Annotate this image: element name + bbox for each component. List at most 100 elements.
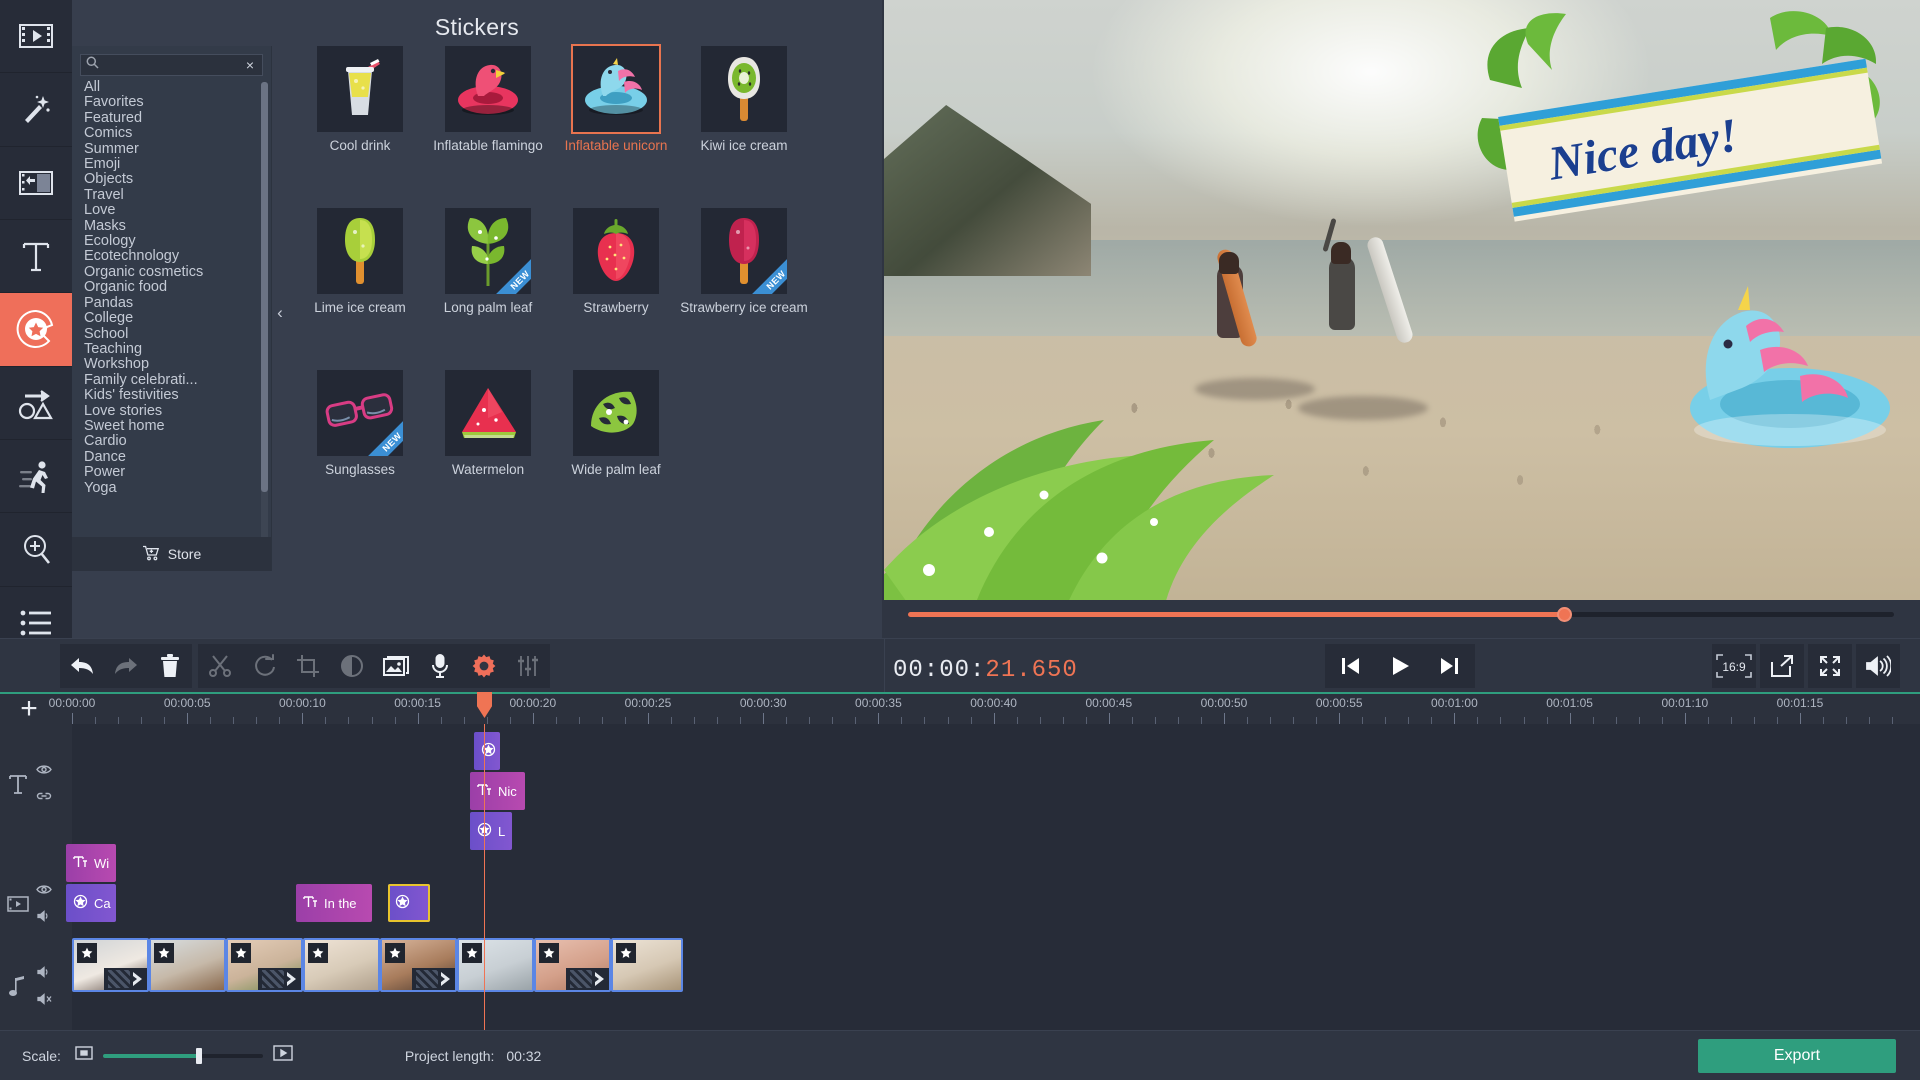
category-item[interactable]: Teaching: [84, 341, 271, 357]
favorite-star-icon[interactable]: [308, 943, 328, 963]
category-item[interactable]: Love: [84, 202, 271, 218]
undo-button[interactable]: [60, 644, 104, 688]
category-item[interactable]: Love stories: [84, 403, 271, 419]
sticker-cell[interactable]: Wide palm leaf: [552, 370, 680, 477]
category-item[interactable]: Kids' festivities: [84, 387, 271, 403]
sticker-cell[interactable]: NEW Sunglasses: [296, 370, 424, 477]
favorite-star-icon[interactable]: [462, 943, 482, 963]
split-button[interactable]: [198, 644, 242, 688]
list-item[interactable]: Wi: [66, 844, 116, 882]
next-frame-button[interactable]: [1425, 644, 1475, 688]
sidebar-item-filters[interactable]: [0, 73, 72, 147]
category-item[interactable]: Power: [84, 464, 271, 480]
sticker-cell[interactable]: Kiwi ice cream: [680, 46, 808, 153]
clip-canvas[interactable]: Nic L Wi Ca In the: [66, 692, 1920, 1030]
category-item[interactable]: Ecology: [84, 233, 271, 249]
sidebar-item-import-media[interactable]: [0, 0, 72, 74]
list-item[interactable]: In the: [296, 884, 372, 922]
list-item[interactable]: [388, 884, 430, 922]
list-item[interactable]: Nic: [470, 772, 525, 810]
clip-properties-button[interactable]: [462, 644, 506, 688]
video-clip[interactable]: [303, 938, 380, 992]
category-item[interactable]: Objects: [84, 172, 271, 188]
favorite-star-icon[interactable]: [616, 943, 636, 963]
link-icon[interactable]: [36, 789, 52, 807]
sticker-cell[interactable]: NEW Strawberry ice cream: [680, 208, 808, 315]
video-clip[interactable]: [226, 938, 303, 992]
favorite-star-icon[interactable]: [77, 943, 97, 963]
sticker-cell[interactable]: NEW Long palm leaf: [424, 208, 552, 315]
video-clip[interactable]: [72, 938, 149, 992]
category-item[interactable]: Comics: [84, 125, 271, 141]
sidebar-item-callouts[interactable]: [0, 367, 72, 440]
stabilize-button[interactable]: [374, 644, 418, 688]
video-clip[interactable]: [380, 938, 457, 992]
category-item[interactable]: Dance: [84, 449, 271, 465]
favorite-star-icon[interactable]: [154, 943, 174, 963]
list-item[interactable]: Ca: [66, 884, 116, 922]
scale-slider[interactable]: [102, 1047, 263, 1064]
sidebar-item-color-adjust[interactable]: [0, 513, 72, 587]
category-item[interactable]: Ecotechnology: [84, 249, 271, 265]
sticker-cell[interactable]: Lime ice cream: [296, 208, 424, 315]
collapse-panel-button[interactable]: ‹: [273, 298, 287, 328]
sidebar-item-animation[interactable]: [0, 440, 72, 514]
rotate-button[interactable]: [242, 644, 286, 688]
sticker-cell[interactable]: Strawberry: [552, 208, 680, 315]
list-item[interactable]: [474, 732, 500, 770]
clear-search-icon[interactable]: ×: [242, 57, 258, 73]
speaker-icon[interactable]: [36, 965, 52, 983]
sticker-cell[interactable]: Watermelon: [424, 370, 552, 477]
prev-frame-button[interactable]: [1325, 644, 1375, 688]
category-item[interactable]: Workshop: [84, 356, 271, 372]
category-item[interactable]: Emoji: [84, 156, 271, 172]
scrollbar-thumb[interactable]: [261, 82, 268, 492]
transition-marker[interactable]: [104, 968, 147, 990]
eye-icon[interactable]: [36, 882, 52, 900]
timeline-ruler[interactable]: 00:00:00 00:00:05 00:00:10 00:00:15 00:00:20…: [49, 692, 1920, 724]
color-adjust-button[interactable]: [330, 644, 374, 688]
sidebar-item-stickers[interactable]: [0, 293, 72, 367]
seek-handle[interactable]: [1556, 606, 1572, 622]
speaker-icon[interactable]: [36, 909, 52, 927]
delete-button[interactable]: [148, 644, 192, 688]
video-clip[interactable]: [611, 938, 683, 992]
aspect-ratio-button[interactable]: 16:9: [1712, 644, 1756, 688]
category-item[interactable]: Summer: [84, 141, 271, 157]
mute-icon[interactable]: [36, 992, 52, 1010]
favorite-star-icon[interactable]: [231, 943, 251, 963]
list-item[interactable]: L: [470, 812, 512, 850]
frame-small-icon[interactable]: [75, 1045, 93, 1066]
transition-marker[interactable]: [566, 968, 609, 990]
redo-button[interactable]: [104, 644, 148, 688]
category-item[interactable]: College: [84, 310, 271, 326]
crop-button[interactable]: [286, 644, 330, 688]
favorite-star-icon[interactable]: [539, 943, 559, 963]
category-item[interactable]: Cardio: [84, 433, 271, 449]
video-preview[interactable]: Nice day!: [884, 0, 1920, 600]
category-item[interactable]: Sweet home: [84, 418, 271, 434]
sticker-cell[interactable]: Cool drink: [296, 46, 424, 153]
audio-properties-button[interactable]: [506, 644, 550, 688]
category-item[interactable]: All: [84, 80, 271, 95]
category-item[interactable]: Favorites: [84, 94, 271, 110]
preview-seek-bar[interactable]: [908, 606, 1894, 622]
volume-button[interactable]: [1856, 644, 1900, 688]
scale-slider-handle[interactable]: [195, 1047, 202, 1064]
record-audio-button[interactable]: [418, 644, 462, 688]
category-item[interactable]: Masks: [84, 218, 271, 234]
category-list[interactable]: All Favorites Featured Comics Summer Emoji Obj…: [72, 80, 271, 537]
video-clip-row[interactable]: [72, 938, 1920, 996]
category-item[interactable]: Travel: [84, 187, 271, 203]
category-item[interactable]: Family celebrati...: [84, 372, 271, 388]
category-item[interactable]: Organic cosmetics: [84, 264, 271, 280]
video-clip[interactable]: [457, 938, 534, 992]
sidebar-item-titles[interactable]: [0, 220, 72, 294]
category-item[interactable]: Organic food: [84, 279, 271, 295]
snapshot-button[interactable]: [1760, 644, 1804, 688]
play-button[interactable]: [1375, 644, 1425, 688]
sidebar-item-transitions[interactable]: [0, 147, 72, 220]
export-button[interactable]: Export: [1698, 1039, 1896, 1073]
transition-marker[interactable]: [258, 968, 301, 990]
add-media-button[interactable]: +: [14, 694, 44, 724]
